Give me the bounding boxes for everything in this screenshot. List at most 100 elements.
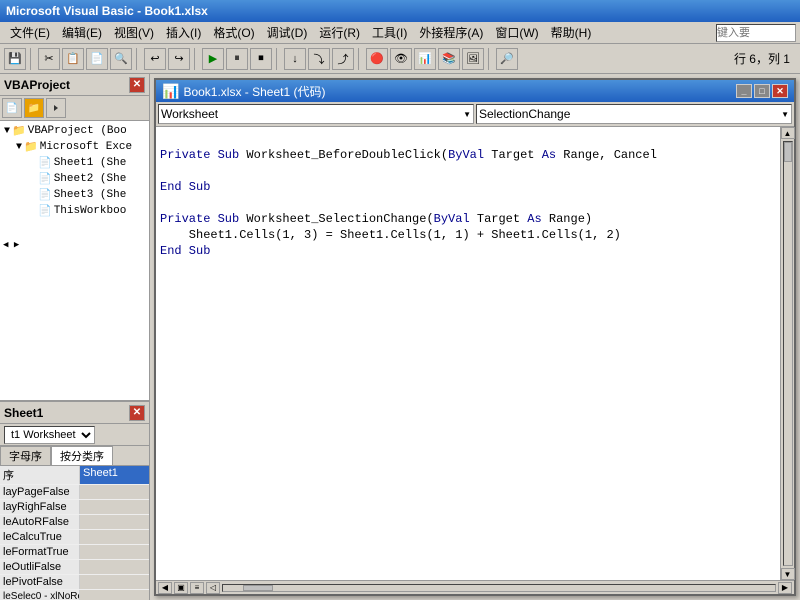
toolbar-cut-btn[interactable]: ✂ (38, 48, 60, 70)
code-minimize-btn[interactable]: _ (736, 84, 752, 98)
tab-alpha[interactable]: 字母序 (0, 446, 51, 465)
sheet-panel-close-btn[interactable]: ✕ (129, 405, 145, 421)
code-title-bar: 📊 Book1.xlsx - Sheet1 (代码) _ □ ✕ (156, 80, 794, 102)
prop-row-enableselect[interactable]: leSelec0 - xlNoRe (0, 590, 149, 600)
title-bar-text: Microsoft Visual Basic - Book1.xlsx (6, 4, 208, 18)
tree-folder-icon: 📁 (12, 124, 26, 138)
toolbar-stop-btn[interactable]: ⏹ (250, 48, 272, 70)
procedure-dropdown-arrow: ▼ (781, 110, 789, 119)
menu-debug[interactable]: 调试(D) (261, 22, 314, 43)
tree-item-sheet3[interactable]: 📄 Sheet3 (She (14, 187, 147, 203)
toolbar-status: 行 6，列 1 (734, 50, 796, 67)
menu-window[interactable]: 窗口(W) (489, 22, 544, 43)
toolbar-callstack-btn[interactable]: 📚 (438, 48, 460, 70)
scroll-h-track[interactable] (222, 584, 776, 592)
search-input[interactable] (716, 24, 796, 42)
toolbar-pause-btn[interactable]: ⏸ (226, 48, 248, 70)
toolbar-userform-btn[interactable]: 🖼 (462, 48, 484, 70)
tree-msexcel-icon: 📁 (24, 140, 38, 154)
proj-icon2[interactable]: 📁 (24, 98, 44, 118)
scroll-view-btn3[interactable]: ◁ (206, 582, 220, 594)
tree-scroll-indicator: ◀ ▶ (3, 240, 19, 250)
code-maximize-btn[interactable]: □ (754, 84, 770, 98)
code-object-dropdown[interactable]: Worksheet ▼ (158, 104, 474, 124)
scroll-down-btn[interactable]: ▼ (781, 568, 795, 580)
toolbar: 💾 ✂ 📋 📄 🔍 ↩ ↪ ▶ ⏸ ⏹ ↓ ⤵ ⤴ 🔴 👁 📊 📚 🖼 🔎 行 … (0, 44, 800, 74)
code-title-buttons: _ □ ✕ (736, 84, 788, 98)
sheet1-properties-panel: Sheet1 ✕ t1 Worksheet 字母序 按分类序 序 Sheet1 … (0, 400, 149, 600)
toolbar-bp-btn[interactable]: 🔴 (366, 48, 388, 70)
toolbar-find-btn[interactable]: 🔍 (110, 48, 132, 70)
scroll-right-btn[interactable]: ▶ (778, 582, 792, 594)
proj-arrow-btn[interactable] (46, 98, 66, 118)
code-editor[interactable]: Private Sub Worksheet_BeforeDoubleClick(… (156, 127, 780, 580)
vbaproject-close-btn[interactable]: ✕ (129, 77, 145, 93)
toolbar-step-btn[interactable]: ↓ (284, 48, 306, 70)
code-line-6: Private Sub Worksheet_SelectionChange(By… (160, 211, 776, 227)
prop-row-enableauto[interactable]: leAutoRFalse (0, 515, 149, 530)
prop-row-enablepivot[interactable]: lePivotFalse (0, 575, 149, 590)
tree-item-sheet2[interactable]: 📄 Sheet2 (She (14, 171, 147, 187)
prop-row-displaypage[interactable]: layPageFalse (0, 485, 149, 500)
sheet-panel-title: Sheet1 (4, 406, 43, 420)
scroll-h-thumb[interactable] (243, 585, 273, 591)
tree-wb-icon: 📄 (38, 204, 52, 218)
menu-format[interactable]: 格式(O) (207, 22, 260, 43)
sheet-panel-header: Sheet1 ✕ (0, 402, 149, 424)
menu-file[interactable]: 文件(E) (4, 22, 56, 43)
toolbar-save-btn[interactable]: 💾 (4, 48, 26, 70)
menu-help[interactable]: 帮助(H) (545, 22, 598, 43)
scroll-up-btn[interactable]: ▲ (781, 127, 795, 139)
toolbar-run-btn[interactable]: ▶ (202, 48, 224, 70)
menu-view[interactable]: 视图(V) (108, 22, 160, 43)
proj-icon1[interactable]: 📄 (2, 98, 22, 118)
code-line-4: End Sub (160, 179, 776, 195)
tree-item-thisworkbook[interactable]: 📄 ThisWorkboo (14, 203, 147, 219)
menu-addins[interactable]: 外接程序(A) (413, 22, 489, 43)
toolbar-watch-btn[interactable]: 👁 (390, 48, 412, 70)
sheet-object-dropdown[interactable]: t1 Worksheet (4, 426, 95, 444)
code-scrollbar-vertical: ▲ ▼ (780, 127, 794, 580)
prop-row-enablecalc[interactable]: leCalcuTrue (0, 530, 149, 545)
code-line-3 (160, 163, 776, 179)
tree-expand-icon2: ▼ (16, 142, 22, 153)
tree-item-sheet1[interactable]: 📄 Sheet1 (She (14, 155, 147, 171)
left-panel: VBAProject ✕ 📄 📁 ▼ 📁 VBAProject (Boo ▼ 📁… (0, 74, 150, 600)
toolbar-redo-btn[interactable]: ↪ (168, 48, 190, 70)
toolbar-sep6 (488, 48, 492, 70)
toolbar-locals-btn[interactable]: 📊 (414, 48, 436, 70)
main-area: VBAProject ✕ 📄 📁 ▼ 📁 VBAProject (Boo ▼ 📁… (0, 74, 800, 600)
toolbar-objbrowser-btn[interactable]: 🔎 (496, 48, 518, 70)
menu-tools[interactable]: 工具(I) (366, 22, 413, 43)
menu-insert[interactable]: 插入(I) (160, 22, 207, 43)
properties-list: 序 Sheet1 layPageFalse layRighFalse leAut… (0, 466, 149, 600)
code-dropdowns-row: Worksheet ▼ SelectionChange ▼ (156, 102, 794, 127)
vbaproject-header: VBAProject ✕ (0, 74, 149, 96)
toolbar-stepout-btn[interactable]: ⤴ (332, 48, 354, 70)
scroll-view-btn2[interactable]: ≡ (190, 582, 204, 594)
code-line-8: End Sub (160, 243, 776, 259)
tab-category[interactable]: 按分类序 (51, 446, 113, 465)
scroll-v-track[interactable] (783, 141, 793, 566)
prop-row-enableformat[interactable]: leFormatTrue (0, 545, 149, 560)
code-title-text: Book1.xlsx - Sheet1 (代码) (183, 83, 325, 100)
toolbar-sep1 (30, 48, 34, 70)
scroll-left-btn[interactable]: ◀ (158, 582, 172, 594)
menu-run[interactable]: 运行(R) (313, 22, 366, 43)
prop-row-enableoutline[interactable]: leOutliFalse (0, 560, 149, 575)
scroll-v-thumb[interactable] (784, 142, 792, 162)
toolbar-copy-btn[interactable]: 📋 (62, 48, 84, 70)
tree-item-msexcel[interactable]: ▼ 📁 Microsoft Exce (14, 139, 147, 155)
toolbar-paste-btn[interactable]: 📄 (86, 48, 108, 70)
prop-row-displayright[interactable]: layRighFalse (0, 500, 149, 515)
code-close-btn[interactable]: ✕ (772, 84, 788, 98)
prop-row-name[interactable]: 序 Sheet1 (0, 466, 149, 485)
tree-item-vbaproject[interactable]: ▼ 📁 VBAProject (Boo (2, 123, 147, 139)
toolbar-stepover-btn[interactable]: ⤵ (308, 48, 330, 70)
menu-edit[interactable]: 编辑(E) (56, 22, 108, 43)
toolbar-undo-btn[interactable]: ↩ (144, 48, 166, 70)
scroll-view-btn1[interactable]: ▣ (174, 582, 188, 594)
sheet-tab-row: 字母序 按分类序 (0, 446, 149, 466)
toolbar-sep4 (276, 48, 280, 70)
code-procedure-dropdown[interactable]: SelectionChange ▼ (476, 104, 792, 124)
